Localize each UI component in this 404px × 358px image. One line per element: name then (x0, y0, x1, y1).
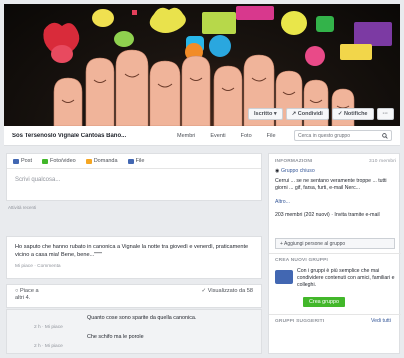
speech-bubbles (43, 6, 392, 66)
group-type-label: Gruppo chiuso (280, 168, 315, 174)
group-description: Cerrui ... se ne sentano veramente tropp… (275, 178, 387, 191)
see-all-link[interactable]: Vedi tutti (371, 318, 391, 325)
group-name[interactable]: Sos Tersenoslo Vignale Cantoas Bano... (12, 133, 162, 139)
file-icon (127, 158, 134, 164)
tab-question-label: Domanda (93, 158, 118, 164)
likes-count: altri 4. (15, 295, 31, 301)
likes-text: Piace a (19, 288, 39, 294)
tab-post[interactable]: Post (13, 158, 32, 164)
tab-files[interactable]: File (267, 133, 276, 139)
info-heading: INFORMAZIONI (275, 159, 313, 164)
tab-question[interactable]: Domanda (85, 158, 118, 164)
comment-text: Quanto cose sono sparite da quella canon… (87, 315, 197, 321)
more-options-button[interactable]: ··· (376, 108, 394, 120)
pencil-icon (13, 158, 19, 164)
tab-photo-label: Foto/video (50, 158, 76, 164)
photo-icon (42, 158, 49, 164)
see-more-link[interactable]: Altro... (275, 199, 290, 206)
group-info-sidebar: INFORMAZIONI 310 membri ◉ Gruppo chiuso … (268, 153, 401, 354)
tab-post-label: Post (21, 158, 33, 164)
likes-label[interactable]: ○ Piace a (15, 288, 39, 294)
tab-members[interactable]: Membri (177, 133, 195, 139)
tab-photo-video[interactable]: Foto/video (42, 158, 76, 164)
post-text: Ho saputo che hanno rubato in canonica a… (15, 244, 249, 258)
comment-meta[interactable]: 2 h · Mi piace (34, 344, 63, 349)
group-nav-bar: Sos Tersenoslo Vignale Cantoas Bano... M… (4, 126, 400, 146)
cover-action-buttons: Iscritto ▾ ↗ Condividi ✓ Notifiche ··· (247, 108, 394, 120)
joined-button[interactable]: Iscritto ▾ (247, 108, 283, 120)
tab-photos[interactable]: Foto (241, 133, 252, 139)
search-placeholder: Cerca in questo gruppo (298, 132, 350, 139)
add-people-button[interactable]: + Aggiungi persone al gruppo (275, 238, 395, 249)
tab-events[interactable]: Eventi (210, 133, 225, 139)
post-actions-meta[interactable]: Mi piace · Commenta (15, 264, 253, 269)
seen-by-label[interactable]: ✓ Visualizzato da 58 (201, 288, 253, 294)
cover-photo: Iscritto ▾ ↗ Condividi ✓ Notifiche ··· (4, 4, 400, 126)
comment-text: Che schifo ma le porole (87, 334, 144, 340)
composer-tabs: Post Foto/video Domanda File (7, 154, 261, 169)
search-icon (382, 132, 388, 139)
create-group-button[interactable]: Crea gruppo (303, 297, 345, 307)
share-button[interactable]: ↗ Condividi (285, 108, 329, 120)
comments-section: Quanto cose sono sparite da quella canon… (6, 309, 262, 354)
member-count: 310 membri (369, 159, 397, 164)
divider (269, 253, 401, 254)
question-icon (85, 158, 92, 164)
members-invite-line[interactable]: 203 membri (202 nuovi) · Invita tramite … (275, 212, 395, 219)
suggested-groups-heading: GRUPPI SUGGERITI (275, 319, 325, 324)
tab-file[interactable]: File (127, 158, 145, 164)
create-group-text: Con i gruppi è più semplice che mai cond… (297, 268, 395, 288)
group-search-input[interactable]: Cerca in questo gruppo (294, 130, 392, 141)
composer-input[interactable]: Scrivi qualcosa... (7, 169, 261, 191)
tab-file-label: File (135, 158, 145, 164)
post-composer: Post Foto/video Domanda File Scrivi qual… (6, 153, 262, 201)
create-groups-heading: CREA NUOVI GRUPPI (275, 258, 329, 263)
group-type: ◉ Gruppo chiuso (275, 168, 315, 175)
notifications-button[interactable]: ✓ Notifiche (331, 108, 374, 120)
comment-meta[interactable]: 2 h · Mi piace (34, 325, 63, 330)
divider (269, 314, 401, 315)
recent-activity-label: Attività recenti (8, 205, 37, 210)
group-icon (275, 270, 293, 284)
post-reactions-bar: ○ Piace a ✓ Visualizzato da 58 altri 4. (6, 284, 262, 308)
feed-post: Ho saputo che hanno rubato in canonica a… (6, 236, 262, 279)
